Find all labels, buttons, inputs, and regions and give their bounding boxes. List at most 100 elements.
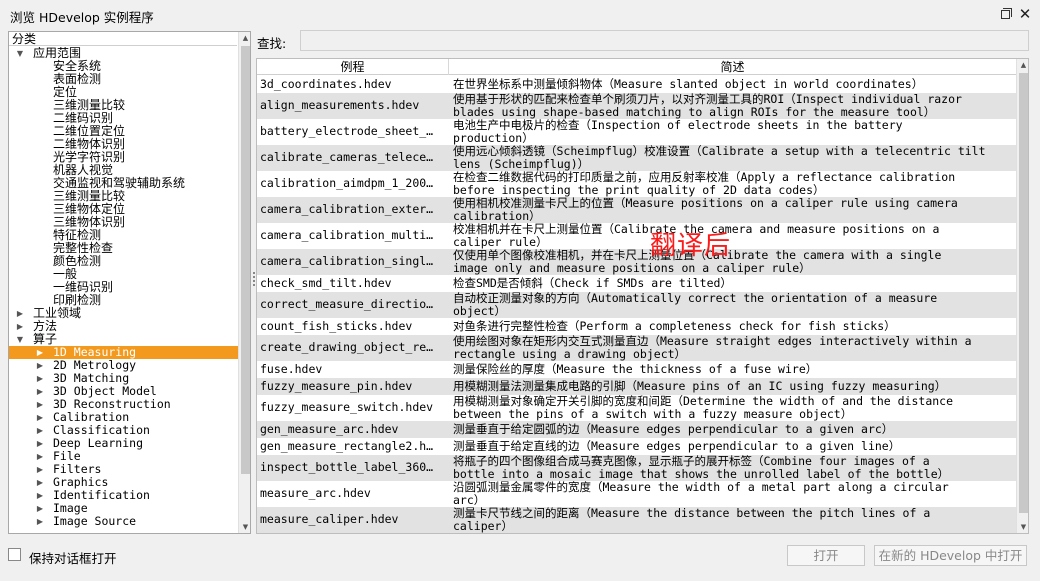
scroll-down-icon[interactable]: ▼: [239, 521, 250, 533]
close-icon[interactable]: ✕: [1017, 6, 1033, 22]
tree-scrollbar[interactable]: ▲ ▼: [238, 32, 250, 533]
expand-icon[interactable]: ▶: [35, 346, 45, 359]
tree-item[interactable]: 三维测量比较: [9, 99, 238, 112]
expand-icon[interactable]: ▶: [35, 372, 45, 385]
description-line: production）: [453, 131, 534, 145]
expand-icon[interactable]: ▶: [35, 515, 45, 528]
expand-icon[interactable]: ▶: [35, 476, 45, 489]
search-label: 查找:: [257, 36, 287, 51]
table-row[interactable]: correct_measure_directio… 自动校正测量对象的方向（Aut…: [257, 292, 1016, 318]
expand-icon[interactable]: ▶: [35, 463, 45, 476]
scroll-up-icon[interactable]: ▲: [1017, 59, 1028, 72]
tree-item-label: Image Source: [53, 514, 137, 528]
example-description-cell: 将瓶子的四个图像组合成马赛克图像，显示瓶子的展开标签（Combine four …: [453, 455, 1013, 481]
open-in-new-hdevelop-button[interactable]: 在新的 HDevelop 中打开: [874, 545, 1027, 566]
description-line: 测量保险丝的厚度（Measure the thickness of a fuse…: [453, 363, 818, 376]
tree-item[interactable]: 光学字符识别: [9, 151, 238, 164]
example-description-cell: 检查SMD是否倾斜（Check if SMDs are tilted）: [453, 277, 1013, 290]
tree-item[interactable]: 完整性检查: [9, 242, 238, 255]
table-row[interactable]: check_smd_tilt.hdev 检查SMD是否倾斜（Check if SM…: [257, 275, 1016, 292]
table-row[interactable]: calibration_aimdpm_1_200… 在检查二维数据代码的打印质量之…: [257, 171, 1016, 197]
examples-dialog: 浏览 HDevelop 实例程序 ✕ 分类 ▼ 应用范围 安全系统 表面检测 定位 三维测…: [0, 0, 1040, 581]
tree-item[interactable]: 安全系统: [9, 60, 238, 73]
description-line: 在世界坐标系中测量倾斜物体（Measure slanted object in …: [453, 78, 924, 91]
expand-icon[interactable]: ▶: [15, 320, 25, 333]
table-header: 例程 简述: [257, 59, 1016, 75]
example-name-cell: calibration_aimdpm_1_200…: [260, 177, 434, 190]
tree-item[interactable]: ▶ Filters: [9, 463, 238, 476]
tree-item[interactable]: 一维码识别: [9, 281, 238, 294]
collapse-icon[interactable]: ▼: [15, 47, 25, 60]
example-description-cell: 使用绘图对象在矩形内交互式测量直边（Measure straight edges…: [453, 335, 1013, 361]
keep-open-label: 保持对话框打开: [29, 551, 117, 566]
tree-item[interactable]: ▶ Deep Learning: [9, 437, 238, 450]
scroll-thumb[interactable]: [1019, 73, 1028, 513]
example-name-cell: check_smd_tilt.hdev: [260, 277, 392, 290]
table-row[interactable]: camera_calibration_singl… 仅使用单个图像校准相机，并在卡…: [257, 249, 1016, 275]
restore-icon[interactable]: [998, 6, 1014, 22]
tree-item[interactable]: 特征检测: [9, 229, 238, 242]
collapse-icon[interactable]: ▼: [15, 333, 25, 346]
tree-item[interactable]: ▶ File: [9, 450, 238, 463]
tree-item[interactable]: 一般: [9, 268, 238, 281]
example-name-cell: correct_measure_directio…: [260, 298, 434, 311]
description-line: object）: [453, 304, 507, 318]
description-line: before inspecting the print quality of 2…: [453, 183, 825, 197]
expand-icon[interactable]: ▶: [35, 398, 45, 411]
table-row[interactable]: calibrate_cameras_telece… 使用远心倾斜透镜（Scheim…: [257, 145, 1016, 171]
table-row[interactable]: battery_electrode_sheet_… 电池生产中电极片的检查（Ins…: [257, 119, 1016, 145]
table-row[interactable]: count_fish_sticks.hdev 对鱼条进行完整性检查（Perform…: [257, 318, 1016, 335]
expand-icon[interactable]: ▶: [35, 385, 45, 398]
table-row[interactable]: fuzzy_measure_pin.hdev 用模糊测量法测量集成电路的引脚（Me…: [257, 378, 1016, 395]
table-row[interactable]: measure_caliper.hdev 测量卡尺节线之间的距离（Measure …: [257, 507, 1016, 533]
open-button[interactable]: 打开: [787, 545, 865, 566]
table-row[interactable]: measure_arc.hdev 沿圆弧测量金属零件的宽度（Measure the…: [257, 481, 1016, 507]
tree-item[interactable]: 颜色检测: [9, 255, 238, 268]
tree-item[interactable]: ▶ Identification: [9, 489, 238, 502]
expand-icon[interactable]: ▶: [35, 502, 45, 515]
description-line: 测量卡尺节线之间的距离（Measure the distance between…: [453, 507, 931, 520]
description-line: image only and measure positions on a ca…: [453, 261, 811, 275]
scroll-thumb[interactable]: [241, 46, 250, 474]
category-tree: 分类 ▼ 应用范围 安全系统 表面检测 定位 三维测量比较 二维码识别 二维位置定位 二维物体识…: [8, 31, 251, 534]
table-row[interactable]: inspect_bottle_label_360… 将瓶子的四个图像组合成马赛克图…: [257, 455, 1016, 481]
tree-body: ▼ 应用范围 安全系统 表面检测 定位 三维测量比较 二维码识别 二维位置定位 二维物体识别 光学…: [9, 47, 238, 533]
scroll-up-icon[interactable]: ▲: [239, 32, 250, 45]
table-row[interactable]: fuse.hdev 测量保险丝的厚度（Measure the thickness …: [257, 361, 1016, 378]
search-input[interactable]: [300, 30, 1029, 51]
table-row[interactable]: 3d_coordinates.hdev 在世界坐标系中测量倾斜物体（Measure…: [257, 76, 1016, 93]
table-row[interactable]: camera_calibration_exter… 使用相机校准测量卡尺上的位置（…: [257, 197, 1016, 223]
column-header-description[interactable]: 简述: [449, 59, 1016, 75]
example-name-cell: gen_measure_rectangle2.h…: [260, 440, 434, 453]
expand-icon[interactable]: ▶: [35, 437, 45, 450]
expand-icon[interactable]: ▶: [35, 359, 45, 372]
tree-item[interactable]: ▼ 应用范围: [9, 47, 238, 60]
example-description-cell: 测量垂直于给定圆弧的边（Measure edges perpendicular …: [453, 423, 1013, 436]
description-line: 自动校正测量对象的方向（Automatically correct the or…: [453, 292, 938, 305]
tree-item[interactable]: 表面检测: [9, 73, 238, 86]
expand-icon[interactable]: ▶: [15, 307, 25, 320]
example-name-cell: camera_calibration_singl…: [260, 255, 434, 268]
example-description-cell: 仅使用单个图像校准相机，并在卡尺上测量位置（Calibrate the came…: [453, 249, 1013, 275]
expand-icon[interactable]: ▶: [35, 489, 45, 502]
table-row[interactable]: gen_measure_arc.hdev 测量垂直于给定圆弧的边（Measure …: [257, 421, 1016, 438]
expand-icon[interactable]: ▶: [35, 450, 45, 463]
tree-item[interactable]: ▶ Image Source: [9, 515, 238, 528]
table-row[interactable]: fuzzy_measure_switch.hdev 用模糊测量对象确定开关引脚的宽…: [257, 395, 1016, 421]
table-row[interactable]: camera_calibration_multi… 校准相机并在卡尺上测量位置（C…: [257, 223, 1016, 249]
keep-open-checkbox[interactable]: [8, 548, 21, 561]
table-row[interactable]: create_drawing_object_re… 使用绘图对象在矩形内交互式测量…: [257, 335, 1016, 361]
expand-icon[interactable]: ▶: [35, 424, 45, 437]
tree-item[interactable]: 三维物体识别: [9, 216, 238, 229]
table-row[interactable]: gen_measure_rectangle2.h… 测量垂直于给定直线的边（Mea…: [257, 438, 1016, 455]
example-description-cell: 自动校正测量对象的方向（Automatically correct the or…: [453, 292, 1013, 318]
scroll-down-icon[interactable]: ▼: [1017, 521, 1028, 533]
table-scrollbar[interactable]: ▲ ▼: [1016, 59, 1028, 533]
table-row[interactable]: align_measurements.hdev 使用基于形状的匹配来检查单个刷须刀…: [257, 93, 1016, 119]
column-header-example[interactable]: 例程: [257, 59, 449, 75]
description-line: caliper rule）: [453, 235, 548, 249]
description-line: between the pins of a switch with a fuzz…: [453, 407, 853, 421]
description-line: bottle into a mosaic image that shows th…: [453, 467, 950, 481]
examples-table: 例程 简述 3d_coordinates.hdev 在世界坐标系中测量倾斜物体（M…: [256, 58, 1029, 534]
expand-icon[interactable]: ▶: [35, 411, 45, 424]
